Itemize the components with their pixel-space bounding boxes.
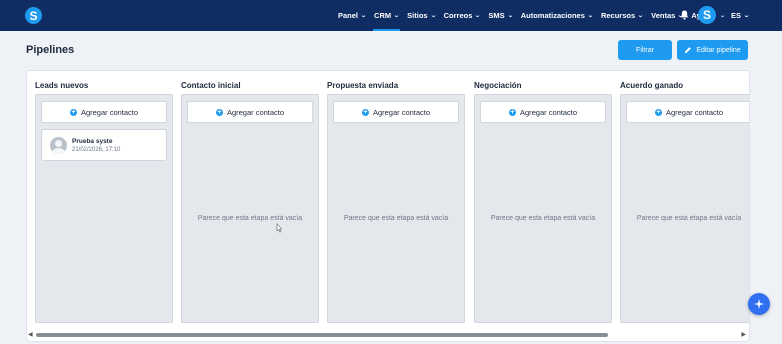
nav-item-label: CRM: [374, 11, 392, 20]
nav-item-recursos[interactable]: Recursos ⌄: [598, 0, 646, 31]
nav-item-sitios[interactable]: Sitios ⌄: [404, 0, 438, 31]
stage-column-contacto-inicial: + Agregar contacto Parece que esta etapa…: [181, 94, 319, 323]
nav-item-label: Sitios: [407, 11, 428, 20]
stage-title: Leads nuevos: [35, 81, 89, 90]
bell-icon[interactable]: [680, 10, 689, 20]
nav-item-panel[interactable]: Panel ⌄: [335, 0, 369, 31]
sparkle-icon: [754, 299, 764, 309]
nav-item-label: Automatizaciones: [520, 11, 585, 20]
add-contact-label: Agregar contacto: [80, 107, 139, 117]
add-contact-button[interactable]: + Agregar contacto: [480, 101, 606, 123]
brand-logo[interactable]: S: [25, 7, 42, 24]
add-contact-button[interactable]: + Agregar contacto: [41, 101, 167, 123]
chevron-down-icon: ⌄: [393, 13, 400, 19]
language-selector[interactable]: ES ⌄: [731, 11, 750, 20]
scroll-right-arrow-icon[interactable]: ▶: [741, 331, 746, 338]
horizontal-scrollbar[interactable]: ◀ ▶: [26, 331, 750, 339]
stage-title: Acuerdo ganado: [620, 81, 684, 90]
nav-item-sms[interactable]: SMS ⌄: [485, 0, 515, 31]
chevron-down-icon: ⌄: [429, 13, 437, 19]
chevron-down-icon: ⌄: [587, 13, 594, 19]
add-contact-button[interactable]: + Agregar contacto: [333, 101, 459, 123]
chevron-down-icon[interactable]: ⌄: [719, 12, 726, 19]
filter-button-label: Filtrar: [636, 46, 654, 54]
add-contact-label: Agregar contacto: [665, 107, 724, 117]
top-navbar: S Panel ⌄ CRM ⌄ Sitios ⌄ Correos ⌄ SMS ⌄…: [0, 0, 782, 31]
chevron-down-icon: ⌄: [637, 13, 644, 19]
ai-assistant-button[interactable]: [748, 293, 770, 315]
empty-stage-message: Parece que esta etapa está vacía: [343, 215, 449, 222]
stage-column-leads-nuevos: + Agregar contacto Prueba syste 21/02/20…: [35, 94, 173, 323]
add-contact-button[interactable]: + Agregar contacto: [626, 101, 749, 123]
stage-column-propuesta-enviada: + Agregar contacto Parece que esta etapa…: [327, 94, 465, 323]
scroll-left-arrow-icon[interactable]: ◀: [28, 331, 33, 338]
plus-circle-icon: +: [361, 108, 369, 116]
nav-item-crm[interactable]: CRM ⌄: [371, 0, 402, 31]
stage-column-negociacion: + Agregar contacto Parece que esta etapa…: [474, 94, 612, 323]
chevron-down-icon: ⌄: [743, 13, 750, 19]
chevron-down-icon: ⌄: [360, 13, 367, 19]
plus-circle-icon: +: [508, 108, 516, 116]
add-contact-label: Agregar contacto: [519, 107, 578, 117]
contact-avatar: [50, 137, 67, 154]
nav-item-label: Panel: [338, 11, 359, 20]
empty-stage-message: Parece que esta etapa está vacía: [636, 215, 742, 222]
nav-item-correos[interactable]: Correos ⌄: [441, 0, 484, 31]
nav-item-label: Ventas: [651, 11, 676, 20]
add-contact-label: Agregar contacto: [226, 107, 285, 117]
mouse-cursor-icon: [276, 223, 282, 233]
plus-circle-icon: +: [654, 108, 662, 116]
user-avatar[interactable]: S: [698, 6, 716, 24]
empty-stage-message: Parece que esta etapa está vacía: [197, 215, 303, 222]
stage-title: Propuesta enviada: [327, 81, 399, 90]
stage-column-acuerdo-ganado: + Agregar contacto Parece que esta etapa…: [620, 94, 749, 323]
scrollbar-thumb[interactable]: [36, 333, 608, 337]
contact-card[interactable]: Prueba syste 21/02/2026, 17:10: [41, 129, 167, 161]
filter-button[interactable]: Filtrar: [618, 40, 672, 60]
nav-item-automatizaciones[interactable]: Automatizaciones ⌄: [518, 0, 596, 31]
edit-pipeline-button[interactable]: Editar pipeline: [677, 40, 748, 60]
nav-item-label: SMS: [488, 11, 505, 20]
nav-item-label: Correos: [443, 11, 473, 20]
chevron-down-icon: ⌄: [506, 13, 514, 19]
add-contact-label: Agregar contacto: [372, 107, 431, 117]
contact-name: Prueba syste: [72, 138, 113, 145]
chevron-down-icon: ⌄: [474, 13, 482, 19]
main-nav: Panel ⌄ CRM ⌄ Sitios ⌄ Correos ⌄ SMS ⌄ A…: [335, 0, 717, 31]
stage-title: Negociación: [474, 81, 522, 90]
add-contact-button[interactable]: + Agregar contacto: [187, 101, 313, 123]
contact-date: 21/02/2026, 17:10: [72, 147, 121, 153]
plus-circle-icon: +: [215, 108, 223, 116]
edit-pipeline-label: Editar pipeline: [696, 46, 741, 54]
nav-item-label: Recursos: [600, 11, 636, 20]
plus-circle-icon: +: [69, 108, 77, 116]
page-title: Pipelines: [26, 44, 75, 56]
language-label: ES: [731, 11, 742, 20]
empty-stage-message: Parece que esta etapa está vacía: [490, 215, 596, 222]
pencil-icon: [685, 47, 692, 54]
pipeline-board: Leads nuevos + Agregar contacto Prueba s…: [26, 70, 750, 342]
stage-title: Contacto inicial: [181, 81, 241, 90]
